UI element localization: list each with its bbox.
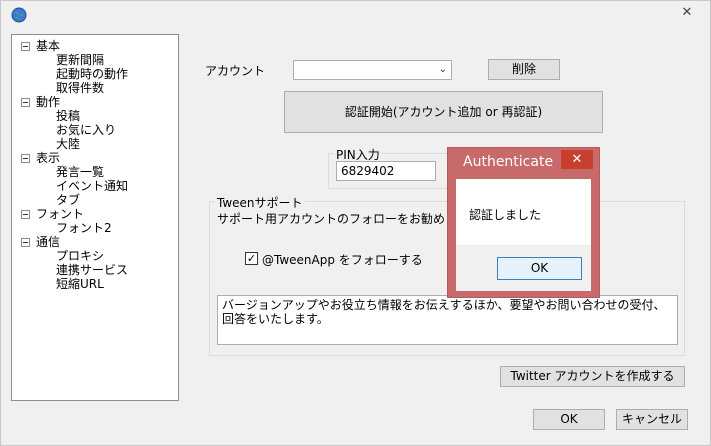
globe-icon bbox=[11, 7, 27, 23]
delete-button[interactable]: 削除 bbox=[488, 59, 560, 80]
tree-group-label: フォント bbox=[36, 207, 85, 221]
tree-item[interactable]: 起動時の動作 bbox=[56, 67, 128, 81]
support-info-text[interactable]: バージョンアップやお役立ち情報をお伝えするほか、要望やお問い合わせの受付、回答を… bbox=[217, 295, 678, 345]
tree-item[interactable]: プロキシ bbox=[56, 249, 104, 263]
tree-group-label: 動作 bbox=[36, 95, 61, 109]
settings-window: ✕ 基本 更新間隔 起動時の動作 取得件数 動作 投稿 お気に入り 大陸 表示 発言一覧 イベント通… bbox=[0, 0, 711, 446]
settings-tree[interactable]: 基本 更新間隔 起動時の動作 取得件数 動作 投稿 お気に入り 大陸 表示 発言一覧 イベント通知タ… bbox=[11, 34, 179, 401]
tree-item[interactable]: イベント通知 bbox=[56, 179, 128, 193]
dialog-footer: OK bbox=[456, 245, 591, 291]
dialog-ok-button[interactable]: OK bbox=[497, 257, 582, 280]
tree-item[interactable]: フォント2 bbox=[56, 221, 112, 235]
dialog-message: 認証しました bbox=[469, 208, 542, 222]
tree-item[interactable]: タブ bbox=[56, 193, 80, 207]
create-twitter-account-button[interactable]: Twitter アカウントを作成する bbox=[500, 366, 685, 387]
title-bar: ✕ bbox=[1, 1, 710, 29]
collapse-icon[interactable] bbox=[21, 98, 30, 107]
dialog-body: 認証しました bbox=[456, 179, 591, 245]
cancel-button[interactable]: キャンセル bbox=[616, 409, 688, 430]
tree-item[interactable]: 更新間隔 bbox=[56, 53, 104, 67]
support-group-title: Tweenサポート bbox=[215, 194, 305, 211]
tree-item[interactable]: お気に入り bbox=[56, 123, 116, 137]
tree-group-label: 表示 bbox=[36, 151, 61, 165]
collapse-icon[interactable] bbox=[21, 210, 30, 219]
tree-item[interactable]: 取得件数 bbox=[56, 81, 104, 95]
collapse-icon[interactable] bbox=[21, 42, 30, 51]
tree-group-label: 通信 bbox=[36, 235, 61, 249]
collapse-icon[interactable] bbox=[21, 238, 30, 247]
ok-button[interactable]: OK bbox=[533, 409, 605, 430]
follow-checkbox[interactable]: ✓ bbox=[245, 252, 258, 265]
authenticate-dialog: Authenticate ✕ 認証しました OK bbox=[447, 147, 600, 298]
collapse-icon[interactable] bbox=[21, 154, 30, 163]
tree-group-label: 基本 bbox=[36, 39, 61, 53]
dialog-close-button[interactable]: ✕ bbox=[561, 150, 593, 169]
dialog-title: Authenticate bbox=[463, 154, 554, 170]
tree-item[interactable]: 発言一覧 bbox=[56, 165, 104, 179]
tree-item[interactable]: 短縮URL bbox=[56, 277, 104, 291]
account-combo[interactable]: ⌄ bbox=[293, 60, 452, 80]
chevron-down-icon: ⌄ bbox=[438, 64, 447, 75]
tree-item[interactable]: 連携サービス bbox=[56, 263, 128, 277]
window-close-button[interactable]: ✕ bbox=[674, 4, 700, 22]
account-label: アカウント bbox=[205, 64, 266, 78]
tree-item[interactable]: 大陸 bbox=[56, 137, 80, 151]
pin-input[interactable]: 6829402 bbox=[336, 161, 436, 181]
start-auth-button[interactable]: 認証開始(アカウント追加 or 再認証) bbox=[284, 91, 603, 133]
tree-item[interactable]: 投稿 bbox=[56, 109, 80, 123]
follow-checkbox-label[interactable]: @TweenApp をフォローする bbox=[262, 251, 423, 268]
